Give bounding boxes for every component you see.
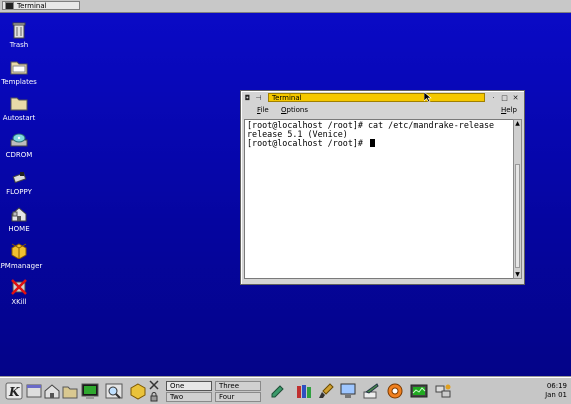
taskbar-task-label: Terminal bbox=[17, 1, 47, 10]
window-title: Terminal bbox=[268, 93, 485, 102]
scrollbar-thumb[interactable] bbox=[515, 164, 520, 268]
help-lifebuoy-icon[interactable] bbox=[386, 382, 404, 400]
desktop-icon-floppy[interactable]: FLOPPY bbox=[0, 168, 41, 196]
desktop-icon-rpmmanager[interactable]: RPMmanager bbox=[0, 242, 43, 270]
text-cursor bbox=[370, 139, 376, 147]
window-menu-icon[interactable]: ◘ bbox=[243, 93, 252, 102]
home-directory-icon[interactable] bbox=[43, 382, 61, 400]
scroll-down-arrow-icon[interactable]: ▼ bbox=[514, 271, 521, 278]
file-manager-icon[interactable] bbox=[61, 382, 79, 400]
vertical-scrollbar[interactable]: ▲ ▼ bbox=[513, 119, 522, 279]
desktop-icon-trash[interactable]: Trash bbox=[0, 21, 41, 49]
k-menu-icon[interactable]: K bbox=[5, 382, 23, 400]
monitor-icon[interactable] bbox=[339, 382, 357, 400]
lock-screen-icon[interactable] bbox=[149, 392, 159, 402]
system-monitor-icon[interactable] bbox=[410, 382, 428, 400]
desktop-icon-templates[interactable]: Templates bbox=[0, 58, 41, 86]
desktop-icon-autostart[interactable]: Autostart bbox=[0, 94, 41, 122]
terminal-window: ◘ ⊣ Terminal · □ ✕ File Options Help [ro… bbox=[240, 90, 525, 285]
home-icon bbox=[10, 205, 28, 223]
clock-date: Jan 01 bbox=[545, 391, 567, 399]
desktop-icon-label: HOME bbox=[8, 225, 30, 233]
mouse-pointer-icon bbox=[424, 92, 432, 102]
window-list-icon[interactable] bbox=[25, 382, 43, 400]
xkill-icon bbox=[10, 278, 28, 296]
menu-help[interactable]: Help bbox=[501, 106, 517, 114]
terminal-output[interactable]: [root@localhost /root]# cat /etc/mandrak… bbox=[244, 119, 514, 279]
cdrom-icon bbox=[10, 131, 28, 149]
desktop-icon-label: CDROM bbox=[5, 151, 33, 159]
terminal-prompt-line: [root@localhost /root]# bbox=[247, 139, 513, 148]
trash-icon bbox=[10, 21, 28, 39]
menu-options[interactable]: Options bbox=[281, 106, 308, 114]
taskbar-terminal-button[interactable]: Terminal bbox=[2, 1, 80, 10]
desktop-icon-label: Templates bbox=[1, 78, 37, 86]
folder-icon bbox=[10, 58, 28, 76]
network-icon[interactable] bbox=[434, 382, 452, 400]
desktop-icon-cdrom[interactable]: CDROM bbox=[0, 131, 41, 159]
clock-time: 06:19 bbox=[546, 382, 567, 390]
text-editor-icon[interactable] bbox=[269, 382, 287, 400]
terminal-launcher-icon[interactable] bbox=[81, 382, 99, 400]
bottom-panel: K One Three Two Four 06:19 Jan 01 bbox=[0, 377, 571, 404]
desktop-switch-four[interactable]: Four bbox=[215, 392, 261, 402]
desktop-switch-two[interactable]: Two bbox=[166, 392, 212, 402]
menu-file[interactable]: File bbox=[257, 106, 269, 114]
desktop-switch-three[interactable]: Three bbox=[215, 381, 261, 391]
find-files-icon[interactable] bbox=[105, 382, 123, 400]
close-icon[interactable]: ✕ bbox=[511, 93, 520, 102]
top-taskbar: Terminal bbox=[0, 0, 571, 13]
minimize-icon[interactable]: · bbox=[489, 93, 498, 102]
floppy-icon bbox=[10, 168, 28, 186]
desktop-icon-label: Trash bbox=[9, 41, 29, 49]
scroll-up-arrow-icon[interactable]: ▲ bbox=[514, 120, 521, 127]
desktop-icon-label: XKill bbox=[11, 298, 27, 306]
svg-text:K: K bbox=[8, 385, 20, 399]
maximize-icon[interactable]: □ bbox=[500, 93, 509, 102]
pager-x-icon[interactable] bbox=[149, 380, 159, 390]
writing-quill-icon[interactable] bbox=[362, 382, 380, 400]
package-manager-icon[interactable] bbox=[129, 382, 147, 400]
folder-icon bbox=[10, 94, 28, 112]
desktop-switch-one[interactable]: One bbox=[166, 381, 212, 391]
paint-brush-icon[interactable] bbox=[317, 382, 335, 400]
terminal-line: [root@localhost /root]# bbox=[247, 138, 369, 148]
desktop-icon-label: FLOPPY bbox=[6, 188, 32, 196]
desktop-icon-home[interactable]: HOME bbox=[0, 205, 41, 233]
menubar: File Options Help bbox=[243, 105, 520, 117]
desktop-icon-label: Autostart bbox=[2, 114, 36, 122]
window-titlebar[interactable]: ◘ ⊣ Terminal · □ ✕ bbox=[243, 93, 520, 103]
clock[interactable]: 06:19 Jan 01 bbox=[545, 382, 567, 400]
desktop-icon-xkill[interactable]: XKill bbox=[0, 278, 41, 306]
package-icon bbox=[10, 242, 28, 260]
books-icon[interactable] bbox=[295, 382, 313, 400]
desktop-icon-label: RPMmanager bbox=[0, 262, 43, 270]
terminal-icon bbox=[5, 1, 14, 10]
sticky-pin-icon[interactable]: ⊣ bbox=[254, 93, 263, 102]
